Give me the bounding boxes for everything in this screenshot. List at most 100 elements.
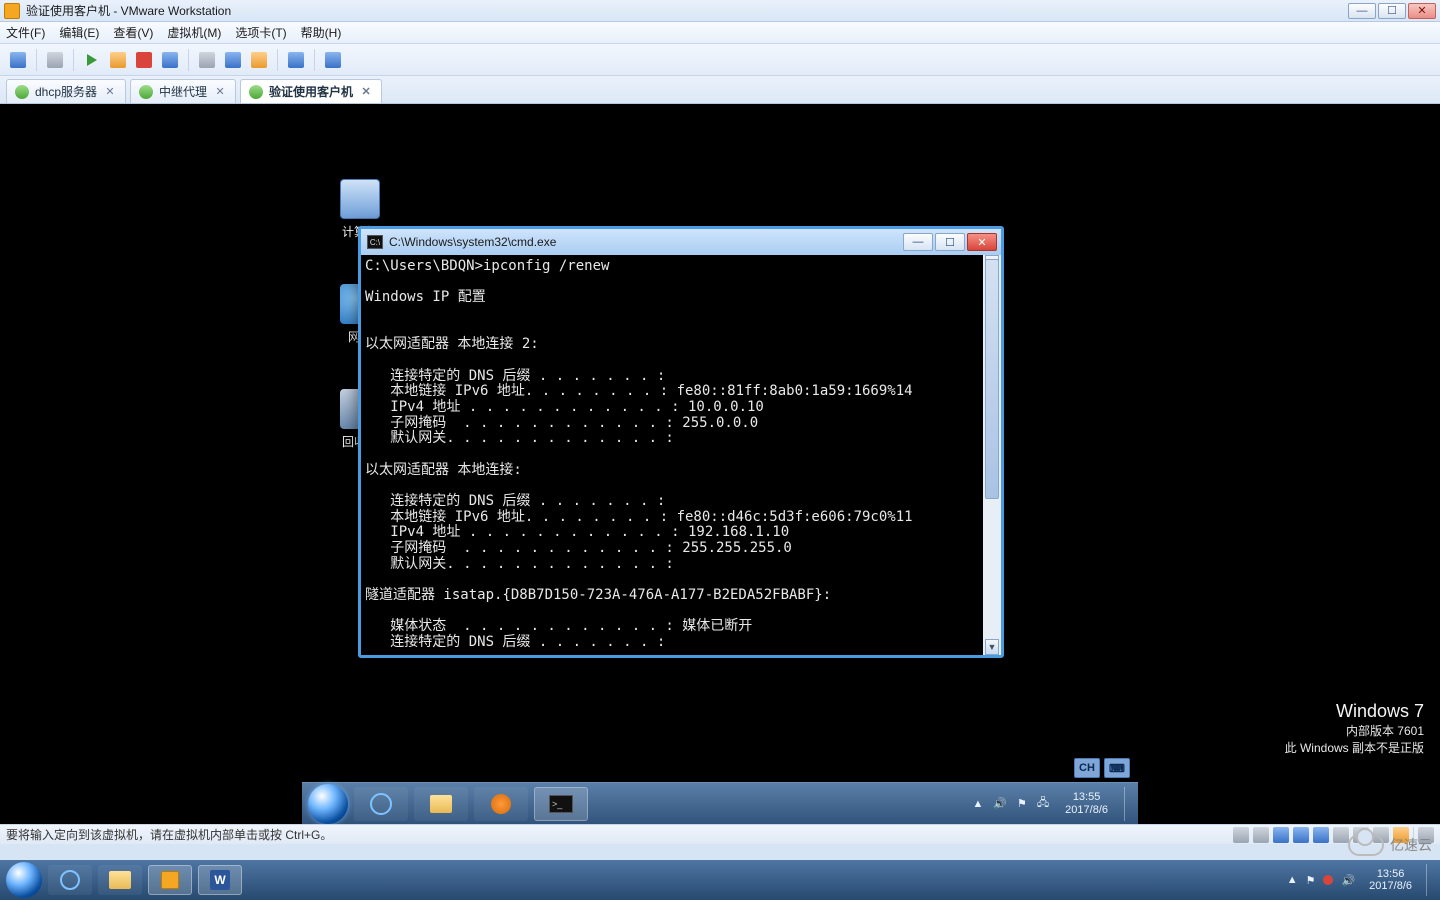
toolbar-thumbnail-button[interactable] xyxy=(284,48,308,72)
cmd-client-area[interactable]: C:\Users\BDQN>ipconfig /renew Windows IP… xyxy=(361,255,1001,655)
cmd-minimize-button[interactable]: — xyxy=(903,233,933,251)
cmd-maximize-button[interactable]: ☐ xyxy=(935,233,965,251)
cmd-window-title: C:\Windows\system32\cmd.exe xyxy=(389,235,556,249)
menu-view[interactable]: 查看(V) xyxy=(113,24,153,41)
cmd-close-button[interactable]: ✕ xyxy=(967,233,997,251)
windows-activation-watermark: Windows 7 内部版本 7601 此 Windows 副本不是正版 xyxy=(1285,701,1424,756)
host-task-vmware[interactable] xyxy=(148,865,192,895)
guest-clock-date: 2017/8/6 xyxy=(1065,804,1108,816)
host-task-ie[interactable] xyxy=(48,865,92,895)
unity-icon xyxy=(251,52,267,68)
host-system-tray: ▲ ⚑ 🔊 13:56 2017/8/6 xyxy=(1287,864,1434,896)
toolbar-fit-guest-button[interactable] xyxy=(195,48,219,72)
toolbar-library-button[interactable] xyxy=(43,48,67,72)
vm-running-icon xyxy=(139,85,153,99)
toolbar-power-on-button[interactable] xyxy=(80,48,104,72)
host-maximize-button[interactable]: ☐ xyxy=(1378,3,1406,19)
toolbar-fullscreen-button[interactable] xyxy=(221,48,245,72)
vmware-toolbar xyxy=(0,44,1440,76)
guest-show-desktop-button[interactable] xyxy=(1124,787,1132,821)
host-clock[interactable]: 13:56 2017/8/6 xyxy=(1363,868,1418,892)
menu-tabs[interactable]: 选项卡(T) xyxy=(235,24,286,41)
guest-system-tray: ▲ 🔊 ⚑ 🖧 13:55 2017/8/6 xyxy=(972,787,1132,821)
statusbar-text: 要将输入定向到该虚拟机，请在虚拟机内部单击或按 Ctrl+G。 xyxy=(6,826,332,843)
host-task-explorer[interactable] xyxy=(98,865,142,895)
vm-tabs-row: dhcp服务器 ✕ 中继代理 ✕ 验证使用客户机 ✕ xyxy=(0,76,1440,104)
tab-close-button[interactable]: ✕ xyxy=(103,85,117,99)
toolbar-unity-button[interactable] xyxy=(247,48,271,72)
menu-edit[interactable]: 编辑(E) xyxy=(59,24,99,41)
tray-action-center-icon[interactable]: ⚑ xyxy=(1306,874,1316,887)
fullscreen-icon xyxy=(225,52,241,68)
host-brand-text: 亿速云 xyxy=(1390,835,1432,855)
guest-clock[interactable]: 13:55 2017/8/6 xyxy=(1059,791,1114,815)
vm-tab-relay[interactable]: 中继代理 ✕ xyxy=(130,79,236,103)
vm-running-icon xyxy=(249,85,263,99)
toolbar-home-button[interactable] xyxy=(6,48,30,72)
ie-icon xyxy=(60,870,80,890)
snapshot-icon xyxy=(162,52,178,68)
device-network2-icon[interactable] xyxy=(1313,827,1329,843)
tray-show-hidden-icon[interactable]: ▲ xyxy=(972,798,983,810)
stretch-icon xyxy=(325,52,341,68)
ie-icon xyxy=(370,793,392,815)
device-cd-icon[interactable] xyxy=(1253,827,1269,843)
host-window-title: 验证使用客户机 - VMware Workstation xyxy=(26,2,231,19)
host-minimize-button[interactable]: — xyxy=(1348,3,1376,19)
guest-task-explorer[interactable] xyxy=(414,787,468,821)
ime-indicator[interactable]: ⌨ xyxy=(1104,758,1130,778)
pause-icon xyxy=(110,52,126,68)
host-start-button[interactable] xyxy=(6,862,42,898)
cmd-scrollbar[interactable]: ▲ ▼ xyxy=(983,255,1001,655)
vmware-statusbar: 要将输入定向到该虚拟机，请在虚拟机内部单击或按 Ctrl+G。 xyxy=(0,824,1440,844)
host-taskbar: W ▲ ⚑ 🔊 13:56 2017/8/6 xyxy=(0,860,1440,900)
computer-icon xyxy=(340,179,380,219)
guest-task-media-player[interactable] xyxy=(474,787,528,821)
host-task-word[interactable]: W xyxy=(198,865,242,895)
home-icon xyxy=(10,52,26,68)
device-usb-icon[interactable] xyxy=(1333,827,1349,843)
scroll-thumb[interactable] xyxy=(985,259,999,499)
tray-action-center-icon[interactable]: ⚑ xyxy=(1017,797,1027,810)
guest-display[interactable]: 计算机 网络 回收站 Windows 7 内部版本 7601 此 Windows… xyxy=(0,104,1440,824)
host-show-desktop-button[interactable] xyxy=(1426,864,1434,896)
menu-help[interactable]: 帮助(H) xyxy=(301,24,342,41)
menu-file[interactable]: 文件(F) xyxy=(6,24,45,41)
cmd-output[interactable]: C:\Users\BDQN>ipconfig /renew Windows IP… xyxy=(361,257,1001,653)
guest-clock-time: 13:55 xyxy=(1065,791,1108,803)
vm-tab-dhcp[interactable]: dhcp服务器 ✕ xyxy=(6,79,126,103)
device-hdd-icon[interactable] xyxy=(1233,827,1249,843)
vmware-icon xyxy=(161,871,179,889)
word-icon: W xyxy=(210,870,230,890)
host-close-button[interactable]: ✕ xyxy=(1408,3,1436,19)
tray-record-icon[interactable] xyxy=(1323,875,1333,885)
stop-icon xyxy=(136,52,152,68)
device-network-icon[interactable] xyxy=(1293,827,1309,843)
menu-vm[interactable]: 虚拟机(M) xyxy=(167,24,221,41)
tray-show-hidden-icon[interactable]: ▲ xyxy=(1287,874,1298,886)
language-indicator[interactable]: CH xyxy=(1074,758,1100,778)
vm-tab-label: 验证使用客户机 xyxy=(269,83,353,100)
tray-volume-icon[interactable]: 🔊 xyxy=(1341,874,1355,887)
tab-close-button[interactable]: ✕ xyxy=(213,85,227,99)
scroll-down-arrow-icon[interactable]: ▼ xyxy=(985,639,999,655)
toolbar-suspend-button[interactable] xyxy=(106,48,130,72)
vm-tab-client[interactable]: 验证使用客户机 ✕ xyxy=(240,79,382,103)
host-window-titlebar: 验证使用客户机 - VMware Workstation — ☐ ✕ xyxy=(0,0,1440,22)
vm-tab-label: 中继代理 xyxy=(159,83,207,100)
guest-language-bar: CH ⌨ xyxy=(1074,758,1130,778)
cmd-titlebar[interactable]: C:\ C:\Windows\system32\cmd.exe — ☐ ✕ xyxy=(361,229,1001,255)
tray-network-icon[interactable]: 🖧 xyxy=(1037,794,1049,813)
tray-volume-icon[interactable]: 🔊 xyxy=(993,797,1007,810)
guest-task-cmd[interactable]: >_ xyxy=(534,787,588,821)
device-floppy-icon[interactable] xyxy=(1273,827,1289,843)
watermark-line2: 内部版本 7601 xyxy=(1285,722,1424,739)
guest-task-ie[interactable] xyxy=(354,787,408,821)
toolbar-snapshot-button[interactable] xyxy=(158,48,182,72)
toolbar-stretch-button[interactable] xyxy=(321,48,345,72)
toolbar-power-off-button[interactable] xyxy=(132,48,156,72)
guest-start-button[interactable] xyxy=(308,784,348,824)
cmd-window[interactable]: C:\ C:\Windows\system32\cmd.exe — ☐ ✕ C:… xyxy=(358,226,1004,658)
folder-icon xyxy=(430,795,452,813)
tab-close-button[interactable]: ✕ xyxy=(359,85,373,99)
